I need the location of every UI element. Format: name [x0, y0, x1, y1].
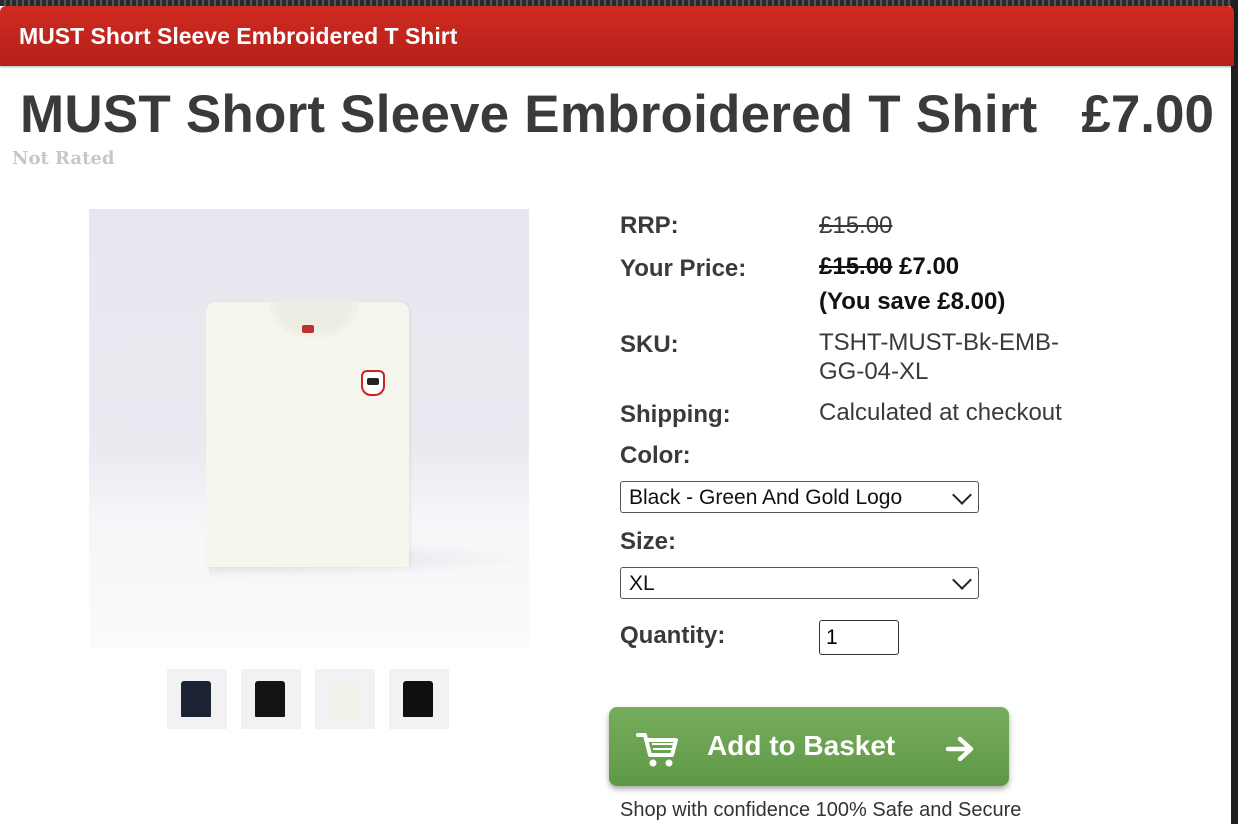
thumbnail-shirt	[181, 681, 211, 717]
arrow-right-icon	[945, 736, 974, 762]
old-price: £15.00	[819, 253, 893, 280]
product-title: MUST Short Sleeve Embroidered T Shirt	[20, 85, 1038, 144]
sku-value-line2: GG-04-XL	[819, 358, 929, 385]
add-to-basket-button[interactable]: Add to Basket	[609, 707, 1009, 786]
product-main-image[interactable]	[89, 209, 529, 649]
header-price: £7.00	[1081, 85, 1214, 144]
thumbnail-shirt	[255, 681, 285, 717]
tshirt-image	[206, 302, 409, 567]
thumbnail-3[interactable]	[315, 669, 375, 729]
your-price-label: Your Price:	[620, 255, 747, 282]
banner-title: MUST Short Sleeve Embroidered T Shirt	[19, 23, 458, 49]
color-select[interactable]: Black - Green And Gold Logo	[620, 481, 979, 513]
size-select[interactable]: XL	[620, 567, 979, 599]
thumbnail-1[interactable]	[167, 669, 227, 729]
add-to-basket-label: Add to Basket	[707, 730, 896, 761]
embroidered-logo	[361, 370, 385, 396]
cart-icon	[636, 733, 678, 767]
new-price: £7.00	[899, 253, 960, 280]
color-label: Color:	[620, 442, 691, 469]
shipping-label: Shipping:	[620, 401, 731, 428]
thumbnail-4[interactable]	[389, 669, 449, 729]
rrp-value: £15.00	[819, 212, 893, 239]
thumbnail-strip	[167, 669, 449, 729]
rrp-label: RRP:	[620, 212, 679, 239]
sku-label: SKU:	[620, 331, 679, 358]
thumbnail-shirt	[403, 681, 433, 717]
rating-text: Not Rated	[12, 148, 115, 169]
tshirt-tag	[302, 325, 314, 333]
you-save-text: (You save £8.00)	[819, 288, 1006, 315]
your-price-value: £15.00 £7.00	[819, 253, 959, 281]
shipping-value: Calculated at checkout	[819, 399, 1062, 426]
sku-value-line1: TSHT-MUST-Bk-EMB-	[819, 329, 1059, 356]
thumbnail-shirt	[329, 681, 359, 717]
size-label: Size:	[620, 528, 677, 555]
quantity-input[interactable]	[819, 620, 899, 655]
confidence-text: Shop with confidence 100% Safe and Secur…	[620, 799, 1022, 821]
thumbnail-2[interactable]	[241, 669, 301, 729]
title-banner: MUST Short Sleeve Embroidered T Shirt	[0, 6, 1234, 66]
right-border	[1231, 0, 1238, 824]
quantity-label: Quantity:	[620, 622, 726, 649]
